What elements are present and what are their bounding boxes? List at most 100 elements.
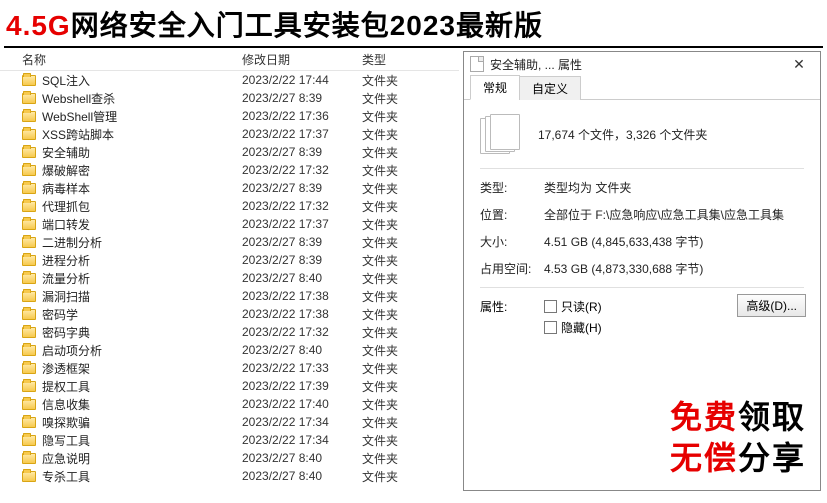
- col-type[interactable]: 类型: [362, 51, 422, 68]
- file-name: 进程分析: [42, 252, 242, 269]
- file-name: XSS跨站脚本: [42, 126, 242, 143]
- banner-size: 4.5G: [6, 10, 71, 41]
- table-row[interactable]: 二进制分析2023/2/27 8:39文件夹: [0, 233, 459, 251]
- file-name: 嗅探欺骗: [42, 414, 242, 431]
- table-row[interactable]: 漏洞扫描2023/2/22 17:38文件夹: [0, 287, 459, 305]
- checkbox-hidden[interactable]: 隐藏(H): [544, 319, 602, 336]
- close-icon[interactable]: ✕: [784, 56, 814, 73]
- file-date: 2023/2/22 17:44: [242, 73, 362, 87]
- table-row[interactable]: 渗透框架2023/2/22 17:33文件夹: [0, 359, 459, 377]
- separator: [480, 287, 804, 288]
- value-type: 类型均为 文件夹: [544, 179, 804, 196]
- file-type: 文件夹: [362, 162, 422, 179]
- file-date: 2023/2/22 17:37: [242, 127, 362, 141]
- table-row[interactable]: 代理抓包2023/2/22 17:32文件夹: [0, 197, 459, 215]
- label-location: 位置:: [480, 206, 544, 223]
- folder-icon: [22, 165, 36, 176]
- file-date: 2023/2/22 17:33: [242, 361, 362, 375]
- table-row[interactable]: WebShell管理2023/2/22 17:36文件夹: [0, 107, 459, 125]
- file-name: 端口转发: [42, 216, 242, 233]
- folder-icon: [22, 291, 36, 302]
- file-type: 文件夹: [362, 342, 422, 359]
- label-size: 大小:: [480, 233, 544, 250]
- table-row[interactable]: 启动项分析2023/2/27 8:40文件夹: [0, 341, 459, 359]
- value-size: 4.51 GB (4,845,633,438 字节): [544, 233, 804, 250]
- value-ondisk: 4.53 GB (4,873,330,688 字节): [544, 260, 804, 277]
- file-type: 文件夹: [362, 144, 422, 161]
- table-row[interactable]: Webshell查杀2023/2/27 8:39文件夹: [0, 89, 459, 107]
- file-name: Webshell查杀: [42, 90, 242, 107]
- table-row[interactable]: 密码学2023/2/22 17:38文件夹: [0, 305, 459, 323]
- tab-general[interactable]: 常规: [470, 75, 520, 100]
- file-date: 2023/2/22 17:36: [242, 109, 362, 123]
- properties-dialog: 安全辅助, ... 属性 ✕ 常规 自定义 17,674 个文件，3,326 个…: [463, 51, 821, 491]
- table-row[interactable]: XSS跨站脚本2023/2/22 17:37文件夹: [0, 125, 459, 143]
- table-row[interactable]: 提权工具2023/2/22 17:39文件夹: [0, 377, 459, 395]
- col-name[interactable]: 名称: [22, 51, 242, 68]
- file-name: 启动项分析: [42, 342, 242, 359]
- file-name: 安全辅助: [42, 144, 242, 161]
- table-row[interactable]: 隐写工具2023/2/22 17:34文件夹: [0, 431, 459, 449]
- file-date: 2023/2/27 8:40: [242, 451, 362, 465]
- kv-ondisk: 占用空间: 4.53 GB (4,873,330,688 字节): [480, 260, 804, 277]
- folder-icon: [22, 435, 36, 446]
- col-date[interactable]: 修改日期: [242, 51, 362, 68]
- table-row[interactable]: 病毒样本2023/2/27 8:39文件夹: [0, 179, 459, 197]
- file-name: 信息收集: [42, 396, 242, 413]
- folder-icon: [22, 147, 36, 158]
- table-row[interactable]: 安全辅助2023/2/27 8:39文件夹: [0, 143, 459, 161]
- checkbox-readonly[interactable]: 只读(R): [544, 298, 602, 315]
- value-location: 全部位于 F:\应急响应\应急工具集\应急工具集: [544, 206, 804, 223]
- file-name: SQL注入: [42, 72, 242, 89]
- file-type: 文件夹: [362, 252, 422, 269]
- files-stack-icon: [480, 114, 522, 154]
- table-row[interactable]: SQL注入2023/2/22 17:44文件夹: [0, 71, 459, 89]
- table-row[interactable]: 密码字典2023/2/22 17:32文件夹: [0, 323, 459, 341]
- file-type: 文件夹: [362, 126, 422, 143]
- file-type: 文件夹: [362, 90, 422, 107]
- file-type: 文件夹: [362, 72, 422, 89]
- attr-row-2: 隐藏(H): [480, 319, 804, 336]
- properties-title: 安全辅助, ... 属性: [490, 56, 784, 73]
- table-row[interactable]: 信息收集2023/2/22 17:40文件夹: [0, 395, 459, 413]
- folder-icon: [22, 471, 36, 482]
- table-row[interactable]: 端口转发2023/2/22 17:37文件夹: [0, 215, 459, 233]
- table-row[interactable]: 进程分析2023/2/27 8:39文件夹: [0, 251, 459, 269]
- file-date: 2023/2/27 8:40: [242, 271, 362, 285]
- file-name: 渗透框架: [42, 360, 242, 377]
- promo-text: 免费领取 无偿分享: [670, 397, 806, 480]
- folder-icon: [22, 183, 36, 194]
- checkbox-hidden-label: 隐藏(H): [561, 319, 602, 336]
- folder-icon: [22, 453, 36, 464]
- table-row[interactable]: 流量分析2023/2/27 8:40文件夹: [0, 269, 459, 287]
- table-row[interactable]: 嗅探欺骗2023/2/22 17:34文件夹: [0, 413, 459, 431]
- promo-wuchang: 无偿: [670, 440, 738, 476]
- table-row[interactable]: 专杀工具2023/2/27 8:40文件夹: [0, 467, 459, 485]
- summary-row: 17,674 个文件，3,326 个文件夹: [480, 114, 804, 154]
- file-name: 密码字典: [42, 324, 242, 341]
- tab-custom[interactable]: 自定义: [519, 76, 581, 100]
- attr-row: 属性: 只读(R) 高级(D)...: [480, 298, 804, 315]
- separator: [480, 168, 804, 169]
- file-name: 爆破解密: [42, 162, 242, 179]
- file-name: 专杀工具: [42, 468, 242, 485]
- file-date: 2023/2/22 17:40: [242, 397, 362, 411]
- folder-icon: [22, 75, 36, 86]
- table-row[interactable]: 爆破解密2023/2/22 17:32文件夹: [0, 161, 459, 179]
- properties-tabs: 常规 自定义: [464, 76, 820, 100]
- folder-icon: [22, 345, 36, 356]
- label-type: 类型:: [480, 179, 544, 196]
- advanced-button[interactable]: 高级(D)...: [737, 294, 806, 317]
- file-type: 文件夹: [362, 360, 422, 377]
- file-type: 文件夹: [362, 450, 422, 467]
- file-name: 应急说明: [42, 450, 242, 467]
- folder-icon: [22, 309, 36, 320]
- folder-icon: [22, 111, 36, 122]
- file-date: 2023/2/27 8:39: [242, 235, 362, 249]
- properties-titlebar: 安全辅助, ... 属性 ✕: [464, 52, 820, 76]
- folder-icon: [22, 237, 36, 248]
- file-name: 代理抓包: [42, 198, 242, 215]
- file-date: 2023/2/22 17:32: [242, 325, 362, 339]
- kv-size: 大小: 4.51 GB (4,845,633,438 字节): [480, 233, 804, 250]
- table-row[interactable]: 应急说明2023/2/27 8:40文件夹: [0, 449, 459, 467]
